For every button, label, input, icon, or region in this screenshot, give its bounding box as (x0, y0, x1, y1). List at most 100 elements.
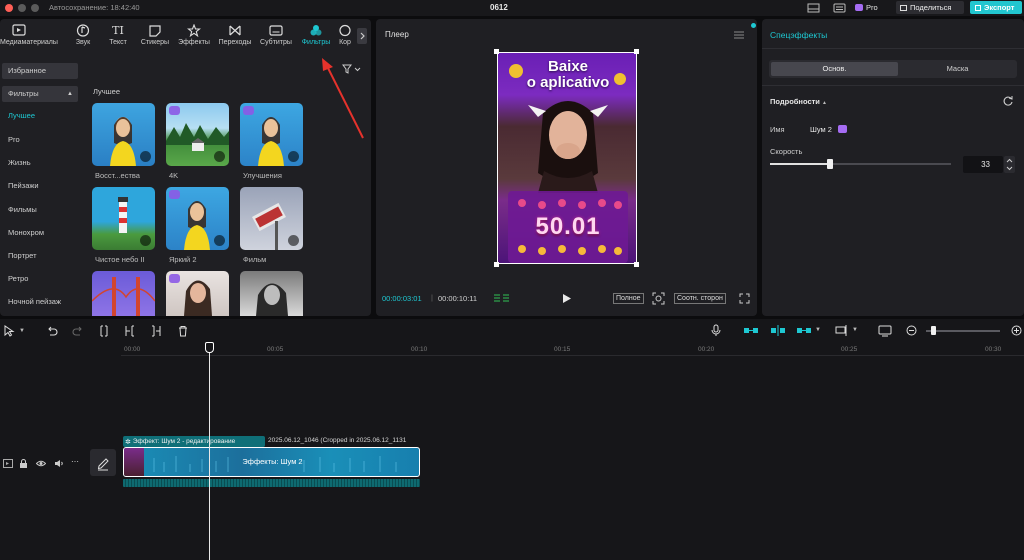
ruler-tick-label: 00:00 (124, 346, 141, 353)
visibility-icon[interactable] (36, 459, 46, 468)
track-cover-icon[interactable] (3, 459, 13, 468)
delete-icon[interactable] (177, 325, 189, 337)
player-menu-icon[interactable] (733, 30, 745, 40)
tab-media[interactable]: Медиаматериалы (0, 23, 58, 51)
filter-thumb-enhance[interactable] (240, 103, 303, 166)
sidebar-item-portrait[interactable]: Портрет (2, 248, 78, 264)
screenshot-icon[interactable] (652, 292, 665, 305)
linkage-icon[interactable] (795, 324, 813, 337)
inspector-title: Спецэффекты (770, 30, 828, 40)
split-icon[interactable] (98, 325, 110, 337)
tab-mask[interactable]: Маска (900, 62, 1015, 76)
filter-thumb-bright-2[interactable] (166, 187, 229, 250)
zoom-slider-handle[interactable] (931, 326, 936, 335)
share-button[interactable]: Поделиться (896, 1, 964, 14)
download-icon[interactable] (214, 151, 225, 162)
sidebar-item-night-landscape[interactable]: Ночной пейзаж (2, 294, 78, 310)
autosave-status: Автосохранение: 18:42:40 (49, 3, 140, 12)
fullscreen-icon[interactable] (739, 293, 750, 304)
tab-transitions[interactable]: Переходы (216, 23, 254, 51)
edit-cover-button[interactable] (90, 449, 116, 476)
tab-audio[interactable]: Звук (64, 23, 102, 51)
video-preview[interactable]: Baixe o aplicativo 50.01 (497, 52, 637, 264)
shortcuts-icon[interactable] (832, 2, 848, 14)
filter-thumb-clear-sky[interactable] (92, 187, 155, 250)
chevron-down-icon[interactable]: ▼ (852, 327, 858, 333)
filter-thumb-4k[interactable] (166, 103, 229, 166)
zoom-out-icon[interactable] (906, 325, 917, 336)
export-button[interactable]: Экспорт (970, 1, 1022, 14)
sidebar-favorites[interactable]: Избранное (2, 63, 78, 79)
download-icon[interactable] (140, 235, 151, 246)
auto-snap-icon[interactable] (769, 324, 787, 337)
tab-text[interactable]: TI Текст (99, 23, 137, 51)
filter-thumb-monochrome[interactable] (240, 271, 303, 316)
filter-thumb-bridge[interactable] (92, 271, 155, 316)
minimize-window-button[interactable] (18, 4, 26, 12)
timeline-preview-icon[interactable] (878, 324, 892, 337)
filter-thumb-restore[interactable] (92, 103, 155, 166)
sidebar-item-films[interactable]: Фильмы (2, 202, 78, 218)
chevron-down-icon[interactable]: ▼ (815, 327, 821, 333)
sidebar-item-retro[interactable]: Ретро (2, 271, 78, 287)
chevron-down-icon[interactable]: ▼ (19, 328, 25, 334)
download-icon[interactable] (140, 151, 151, 162)
effect-clip[interactable]: ✲ Эффект: Шум 2 - редактирование (123, 436, 265, 447)
resize-handle[interactable] (494, 262, 499, 267)
playhead-handle[interactable] (205, 342, 214, 353)
fullscreen-quality-button[interactable]: Полное (613, 293, 644, 304)
tab-effects[interactable]: Эффекты (175, 23, 213, 51)
download-icon[interactable] (288, 235, 299, 246)
download-icon[interactable] (214, 235, 225, 246)
resize-handle[interactable] (634, 49, 639, 54)
details-section-header[interactable]: Подробности ▲ (770, 97, 827, 106)
sidebar-item-life[interactable]: Жизнь (2, 155, 78, 171)
resize-handle[interactable] (494, 49, 499, 54)
close-window-button[interactable] (5, 4, 13, 12)
aspect-ratio-button[interactable]: Соотн. сторон (674, 293, 726, 304)
trim-left-icon[interactable] (124, 325, 136, 337)
download-icon[interactable] (288, 151, 299, 162)
tab-subtitles[interactable]: Субтитры (257, 23, 295, 51)
speed-input[interactable]: 33 (963, 156, 1003, 173)
zoom-window-button[interactable] (31, 4, 39, 12)
tab-adjust[interactable]: Кор (333, 23, 357, 51)
redo-icon[interactable] (72, 325, 84, 337)
resize-handle[interactable] (634, 262, 639, 267)
tab-basic[interactable]: Основ. (771, 62, 898, 76)
select-tool-icon[interactable] (3, 325, 15, 337)
sidebar-item-landscapes[interactable]: Пейзажи (2, 178, 78, 194)
filter-label: Восст...ества (95, 171, 140, 180)
reset-button[interactable] (1002, 95, 1014, 107)
play-button[interactable] (562, 293, 572, 304)
video-clip[interactable]: Эффекты: Шум 2 (123, 447, 420, 477)
preview-axis-icon[interactable] (834, 324, 850, 337)
microphone-icon[interactable] (710, 324, 722, 337)
lock-icon[interactable] (19, 459, 28, 468)
audio-meter-icon[interactable] (492, 292, 512, 304)
mute-icon[interactable] (54, 459, 64, 468)
pro-badge[interactable]: Pro (855, 1, 889, 14)
sidebar-item-best[interactable]: Лучшее (2, 108, 78, 124)
sidebar-item-monochrome[interactable]: Монохром (2, 225, 78, 241)
filter-label: Яркий 2 (169, 255, 197, 264)
main-track-magnet-icon[interactable] (742, 324, 760, 337)
more-options-icon[interactable]: ⋯ (71, 457, 79, 466)
speed-slider-handle[interactable] (827, 159, 833, 169)
undo-icon[interactable] (46, 325, 58, 337)
reset-icon (1003, 96, 1013, 106)
toolbar-scroll-right-button[interactable] (357, 28, 367, 44)
tab-filters[interactable]: Фильтры (297, 23, 335, 51)
filter-thumb-film[interactable] (240, 187, 303, 250)
filter-thumb-portrait[interactable] (166, 271, 229, 316)
zoom-in-icon[interactable] (1011, 325, 1022, 336)
speed-stepper[interactable] (1004, 156, 1015, 173)
trim-right-icon[interactable] (150, 325, 162, 337)
transition-icon (216, 23, 254, 37)
tab-stickers[interactable]: Стикеры (136, 23, 174, 51)
timeline-ruler[interactable] (121, 342, 1024, 356)
sidebar-item-pro[interactable]: Pro (2, 132, 78, 148)
sidebar-filters-group[interactable]: Фильтры ▲ (2, 86, 78, 102)
layout-icon[interactable] (806, 2, 822, 14)
zoom-slider-track[interactable] (926, 330, 1000, 332)
